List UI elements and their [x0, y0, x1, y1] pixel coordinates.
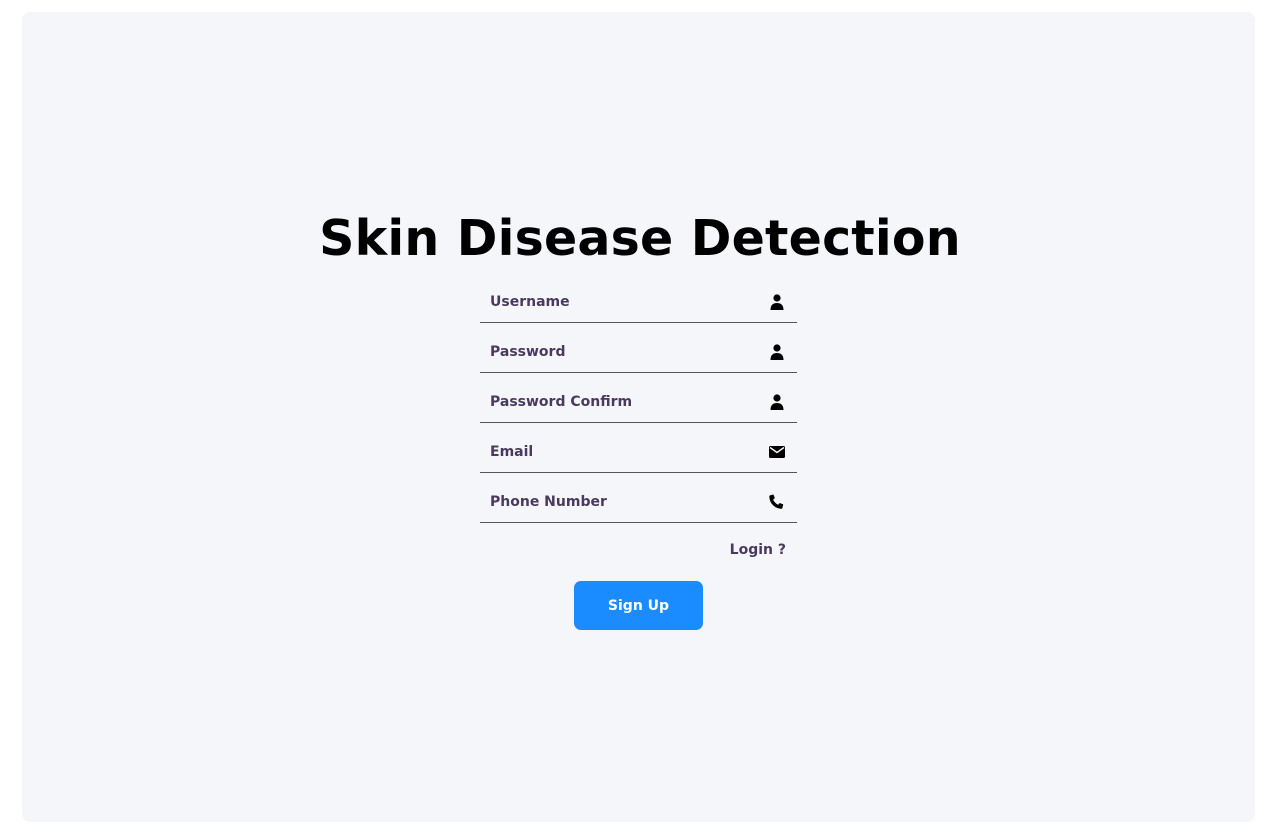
phone-field-wrapper	[480, 481, 797, 523]
email-input[interactable]	[480, 431, 797, 472]
user-icon	[769, 343, 785, 361]
username-field-wrapper	[480, 281, 797, 323]
user-icon	[769, 293, 785, 311]
sign-up-button[interactable]: Sign Up	[574, 581, 703, 630]
username-input[interactable]	[480, 281, 797, 322]
password-confirm-field-wrapper	[480, 381, 797, 423]
phone-icon	[769, 493, 785, 511]
signup-form	[480, 281, 797, 531]
user-icon	[769, 393, 785, 411]
envelope-icon	[769, 443, 785, 461]
email-field-wrapper	[480, 431, 797, 473]
page-title: Skin Disease Detection	[319, 210, 961, 267]
login-link[interactable]: Login ?	[480, 542, 786, 558]
phone-input[interactable]	[480, 481, 797, 522]
password-input[interactable]	[480, 331, 797, 372]
password-field-wrapper	[480, 331, 797, 373]
password-confirm-input[interactable]	[480, 381, 797, 422]
